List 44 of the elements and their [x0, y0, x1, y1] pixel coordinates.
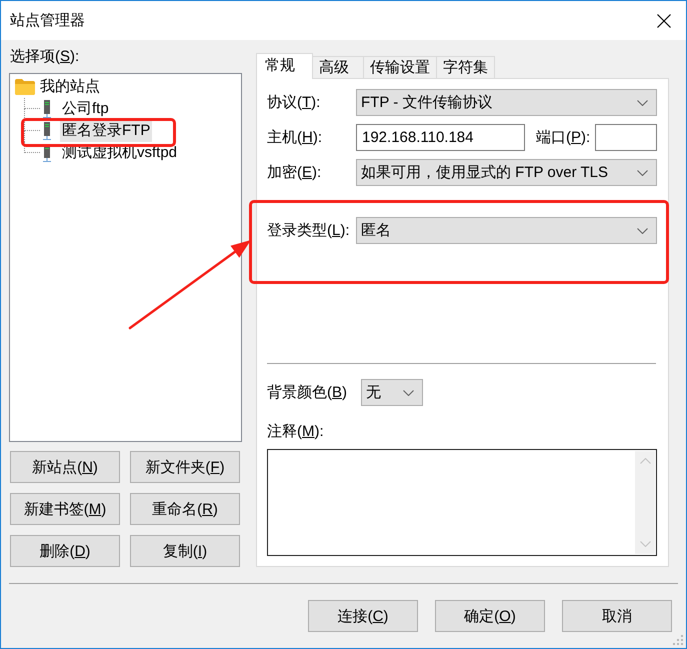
logon-type-label: 登录类型(L):: [267, 221, 351, 240]
new-folder-button[interactable]: 新文件夹(F): [130, 451, 240, 483]
encryption-label: 加密(E):: [267, 163, 322, 182]
rename-button[interactable]: 重命名(R): [130, 493, 240, 525]
comments-label: 注释(M):: [267, 423, 324, 441]
logon-type-dropdown[interactable]: 匿名: [356, 217, 657, 244]
chevron-down-icon: [637, 228, 648, 234]
comments-field[interactable]: [267, 449, 657, 556]
new-site-button[interactable]: 新站点(N): [10, 451, 120, 483]
server-icon: [42, 100, 52, 118]
resize-grip-icon[interactable]: [672, 634, 684, 646]
ok-button[interactable]: 确定(O): [435, 600, 545, 632]
close-icon[interactable]: [657, 14, 671, 28]
connect-button[interactable]: 连接(C): [308, 600, 418, 632]
chevron-down-icon: [637, 100, 648, 106]
protocol-dropdown[interactable]: FTP - 文件传输协议: [356, 89, 657, 116]
folder-icon: [15, 79, 35, 95]
site-tree-item[interactable]: 匿名登录FTP: [60, 120, 152, 142]
server-icon: [42, 144, 52, 162]
port-label: 端口(P):: [536, 128, 590, 147]
site-tree-item[interactable]: 我的站点: [38, 76, 102, 98]
tab[interactable]: 字符集: [436, 56, 495, 78]
encryption-dropdown[interactable]: 如果可用，使用显式的 FTP over TLS: [356, 159, 657, 186]
chevron-down-icon: [403, 390, 414, 396]
chevron-up-icon: [640, 458, 650, 464]
cancel-button[interactable]: 取消: [562, 600, 672, 632]
port-field[interactable]: [595, 124, 657, 151]
new-bookmark-button[interactable]: 新建书签(M): [10, 493, 120, 525]
tab[interactable]: 常规: [256, 53, 313, 79]
site-tree-item[interactable]: 公司ftp: [60, 98, 111, 120]
server-icon: [42, 122, 52, 140]
background-color-dropdown[interactable]: 无: [361, 379, 424, 406]
host-field[interactable]: 192.168.110.184: [356, 124, 525, 151]
protocol-label: 协议(T):: [267, 93, 322, 112]
selection-label: 选择项(S):: [10, 48, 80, 66]
chevron-down-icon: [640, 541, 650, 547]
scrollbar[interactable]: [635, 451, 655, 554]
background-color-label: 背景颜色(B): [267, 383, 348, 402]
tree-line: [24, 98, 40, 120]
host-label: 主机(H):: [267, 128, 324, 147]
chevron-down-icon: [637, 170, 648, 176]
duplicate-button[interactable]: 复制(I): [130, 535, 240, 567]
delete-button[interactable]: 删除(D): [10, 535, 120, 567]
window-title: 站点管理器: [10, 11, 85, 30]
